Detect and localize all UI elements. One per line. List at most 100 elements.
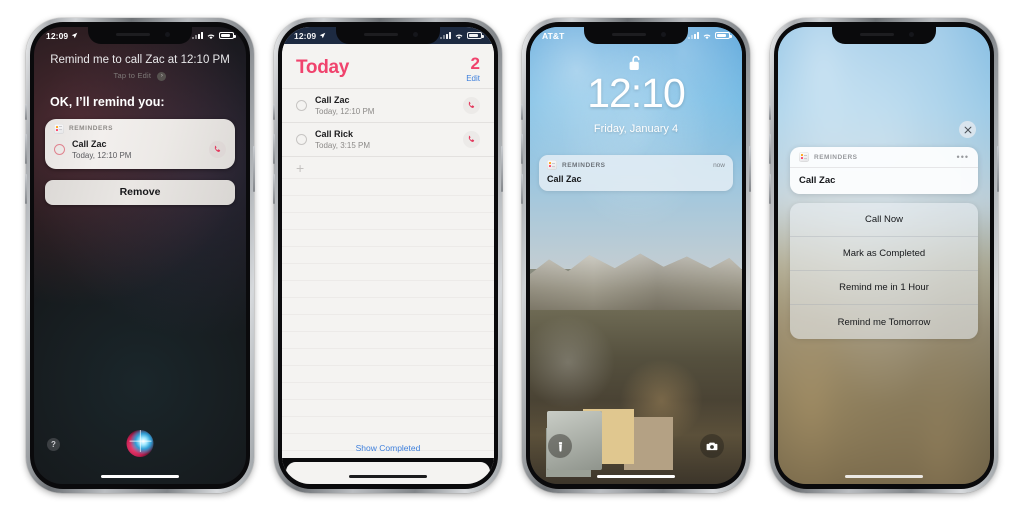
phone-lock-screen: AT&T 12:10 Friday, January 4 REMINDERS n…: [521, 18, 751, 493]
expanded-notification[interactable]: REMINDERS ••• Call Zac: [790, 147, 978, 194]
siri-reminder-card[interactable]: REMINDERS Call Zac Today, 12:10 PM: [45, 118, 235, 169]
phone-bezel: 12:09 Remind me to call Zac at 12:10 PM …: [30, 22, 250, 489]
notification-actions-screen: REMINDERS ••• Call Zac Call Now Mark as …: [778, 27, 990, 484]
earpiece-speaker-icon: [860, 33, 894, 36]
flashlight-icon: [558, 441, 562, 452]
tap-to-edit-button[interactable]: Tap to Edit ›: [34, 71, 246, 81]
home-indicator[interactable]: [845, 474, 923, 478]
volume-up-button[interactable]: [769, 134, 771, 164]
phone-lineup: 12:09 Remind me to call Zac at 12:10 PM …: [0, 0, 1024, 511]
reminders-app-screen: 12:09 Today 2 Edit Call Zac Today, 12:10…: [282, 27, 494, 484]
unlocked-padlock-icon: [629, 55, 640, 70]
volume-down-button[interactable]: [521, 174, 523, 204]
menu-item-remind-me-in-1-hour[interactable]: Remind me in 1 Hour: [790, 271, 978, 305]
volume-down-button[interactable]: [25, 174, 27, 204]
list-title: Today: [296, 57, 350, 78]
notch: [832, 27, 936, 44]
volume-up-button[interactable]: [273, 134, 275, 164]
list-count-badge: 2: [470, 54, 480, 73]
close-x-icon: [964, 126, 971, 133]
expanded-notification-header: REMINDERS •••: [790, 147, 978, 168]
mute-switch[interactable]: [769, 104, 771, 120]
call-button[interactable]: [463, 130, 480, 148]
card-stack-background: [282, 458, 494, 484]
location-arrow-icon: [71, 32, 78, 39]
reminders-header: Today 2 Edit: [282, 44, 494, 85]
front-camera-icon: [165, 32, 170, 37]
row-subtitle: Today, 3:15 PM: [315, 140, 370, 150]
row-subtitle: Today, 12:10 PM: [315, 106, 375, 116]
earpiece-speaker-icon: [612, 33, 646, 36]
location-arrow-icon: [319, 32, 326, 39]
power-button[interactable]: [749, 146, 751, 192]
phone-icon: [468, 101, 475, 108]
status-bar-left: 12:09: [294, 31, 326, 41]
menu-item-remind-me-tomorrow[interactable]: Remind me Tomorrow: [790, 305, 978, 339]
front-camera-icon: [661, 32, 666, 37]
mute-switch[interactable]: [521, 104, 523, 120]
radio-circle-icon[interactable]: [54, 143, 65, 155]
battery-icon: [467, 31, 484, 40]
siri-card-app-label: REMINDERS: [69, 125, 113, 133]
notch: [336, 27, 440, 44]
expanded-notification-app-label: REMINDERS: [814, 153, 858, 161]
reminders-app-icon: [799, 152, 809, 162]
lock-date: Friday, January 4: [593, 123, 679, 135]
chevron-right-icon: ›: [157, 71, 167, 81]
phone-bezel: 12:09 Today 2 Edit Call Zac Today, 12:10…: [278, 22, 498, 489]
siri-help-button[interactable]: ?: [47, 438, 60, 451]
volume-up-button[interactable]: [521, 134, 523, 164]
siri-response-text: OK, I’ll remind you:: [50, 94, 165, 109]
carrier-label: AT&T: [542, 30, 565, 41]
siri-orb-icon[interactable]: [126, 430, 154, 457]
power-button[interactable]: [253, 146, 255, 192]
volume-up-button[interactable]: [25, 134, 27, 164]
status-bar-right: [688, 31, 732, 40]
power-button[interactable]: [501, 146, 503, 192]
siri-screen: 12:09 Remind me to call Zac at 12:10 PM …: [34, 27, 246, 484]
reminders-app-icon: [54, 123, 64, 134]
menu-item-mark-as-completed[interactable]: Mark as Completed: [790, 237, 978, 271]
remove-button[interactable]: Remove: [45, 179, 235, 205]
status-bar-time: 12:09: [294, 30, 317, 41]
home-indicator[interactable]: [597, 474, 675, 478]
radio-circle-icon[interactable]: [296, 99, 307, 111]
table-row[interactable]: Call Rick Today, 3:15 PM: [282, 121, 494, 156]
lock-notification[interactable]: REMINDERS now Call Zac: [539, 155, 733, 191]
wifi-icon: [207, 33, 215, 39]
more-dots-icon[interactable]: •••: [957, 152, 969, 162]
cellular-bars-icon: [440, 32, 451, 39]
close-button[interactable]: [959, 121, 976, 138]
earpiece-speaker-icon: [116, 33, 150, 36]
tap-to-edit-label: Tap to Edit: [113, 71, 152, 81]
flashlight-button[interactable]: [548, 434, 572, 458]
wifi-icon: [703, 33, 711, 39]
mute-switch[interactable]: [25, 104, 27, 120]
table-row[interactable]: Call Zac Today, 12:10 PM: [282, 88, 494, 122]
battery-icon: [715, 31, 732, 40]
expanded-notification-title: Call Zac: [799, 175, 836, 186]
status-bar-right: [192, 31, 236, 40]
wifi-icon: [455, 33, 463, 39]
call-button[interactable]: [209, 140, 226, 158]
camera-button[interactable]: [700, 434, 724, 458]
paper-lines: [282, 162, 494, 451]
show-completed-button[interactable]: Show Completed: [282, 443, 494, 453]
lock-notification-app-label: REMINDERS: [562, 161, 606, 169]
phone-siri: 12:09 Remind me to call Zac at 12:10 PM …: [25, 18, 255, 493]
notch: [88, 27, 192, 44]
siri-card-texts: Call Zac Today, 12:10 PM: [72, 139, 202, 160]
row-title: Call Rick: [315, 128, 354, 139]
mute-switch[interactable]: [273, 104, 275, 120]
radio-circle-icon[interactable]: [296, 133, 307, 145]
power-button[interactable]: [997, 146, 999, 192]
edit-button[interactable]: Edit: [466, 74, 480, 83]
volume-down-button[interactable]: [769, 174, 771, 204]
home-indicator[interactable]: [349, 474, 427, 478]
volume-down-button[interactable]: [273, 174, 275, 204]
siri-card-title: Call Zac: [72, 138, 107, 149]
home-indicator[interactable]: [101, 474, 179, 478]
call-button[interactable]: [463, 96, 480, 114]
menu-item-call-now[interactable]: Call Now: [790, 203, 978, 237]
phone-bezel: REMINDERS ••• Call Zac Call Now Mark as …: [774, 22, 994, 489]
